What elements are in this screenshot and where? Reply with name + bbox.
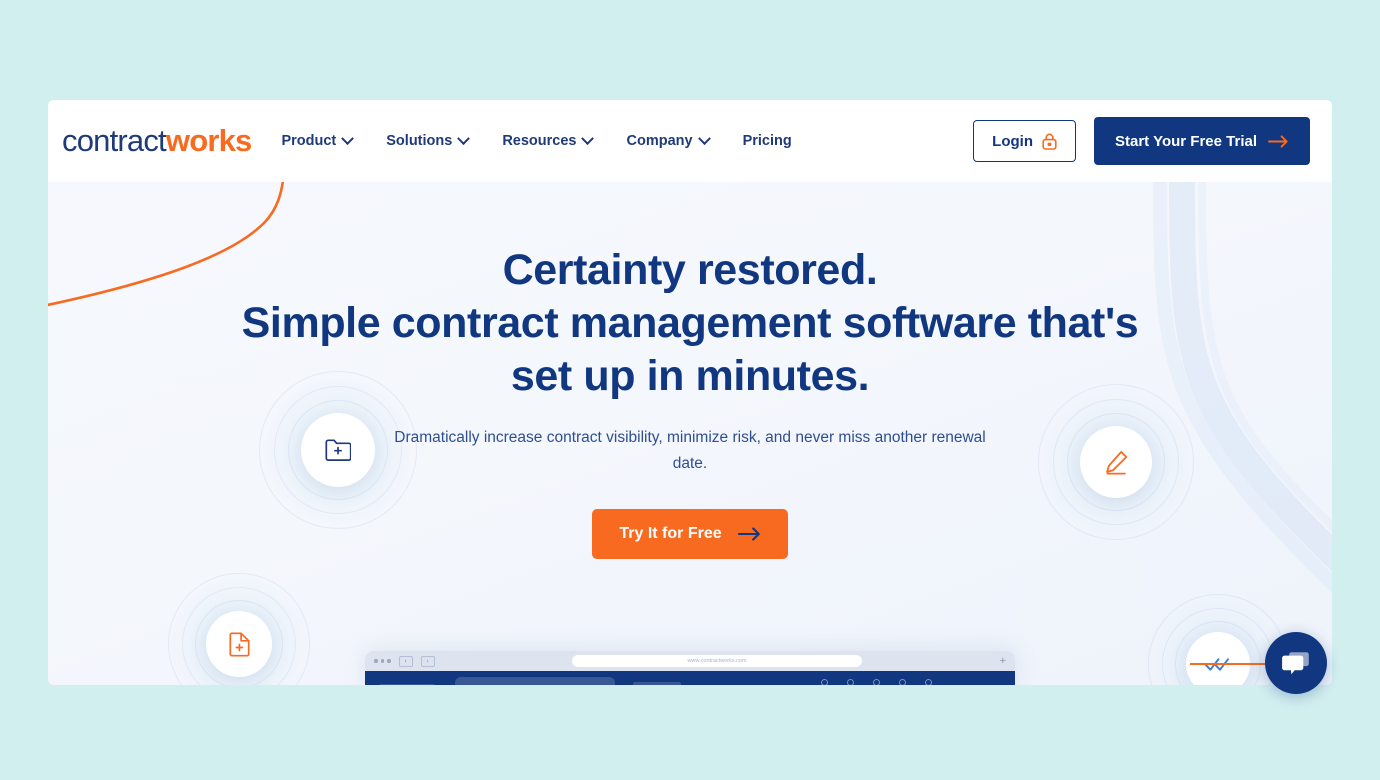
ring-mid [182, 587, 296, 685]
hero-subheadline: Dramatically increase contract visibilit… [394, 429, 986, 472]
nav-links: Product Solutions Resources Company Pric… [281, 131, 973, 149]
hero-section: Certainty restored. Simple contract mana… [48, 182, 1332, 685]
ring-outer [168, 573, 310, 685]
chevron-down-icon [697, 131, 711, 145]
chevron-down-icon [581, 131, 595, 145]
ring-inner [195, 600, 283, 685]
logo-text-primary: contract [62, 123, 167, 158]
cta-label: Try It for Free [619, 525, 722, 542]
browser-chrome-bar: ‹ › www.contractworks.com + [365, 651, 1015, 671]
app-header-bar [365, 671, 1015, 685]
nav-actions: Login Start Your Free Trial [973, 117, 1310, 165]
landing-page-card: contractworks Product Solutions Resource… [48, 100, 1332, 685]
window-controls-icon [374, 659, 391, 663]
nav-item-resources[interactable]: Resources [502, 131, 595, 149]
ring-glow [171, 576, 307, 685]
chevron-down-icon [457, 131, 471, 145]
nav-item-company-label: Company [626, 133, 693, 149]
start-free-trial-button[interactable]: Start Your Free Trial [1094, 117, 1310, 165]
site-navigation-bar: contractworks Product Solutions Resource… [48, 100, 1332, 182]
padlock-icon [1042, 133, 1057, 150]
app-icon-placeholder [925, 679, 932, 685]
document-add-icon [228, 631, 250, 657]
chat-widget-button[interactable] [1265, 632, 1327, 694]
document-add-badge[interactable] [206, 611, 272, 677]
headline-line-1: Certainty restored. [502, 246, 878, 294]
browser-url-bar[interactable]: www.contractworks.com [572, 655, 863, 667]
login-button-label: Login [992, 132, 1033, 150]
nav-item-product[interactable]: Product [281, 131, 355, 149]
login-button[interactable]: Login [973, 120, 1076, 162]
app-logo-placeholder [379, 684, 435, 685]
browser-back-icon[interactable]: ‹ [398, 655, 413, 667]
browser-mockup: ‹ › www.contractworks.com + [365, 651, 1015, 685]
nav-item-product-label: Product [281, 133, 337, 149]
nav-item-company[interactable]: Company [626, 131, 711, 149]
headline-line-3: set up in minutes. [510, 352, 870, 400]
logo-text-accent: works [165, 123, 252, 158]
contractworks-logo[interactable]: contractworks [62, 123, 252, 159]
app-icon-placeholder [847, 679, 854, 685]
nav-item-resources-label: Resources [502, 133, 577, 149]
arrow-right-icon [1268, 134, 1288, 148]
hero-content: Certainty restored. Simple contract mana… [48, 244, 1332, 559]
try-it-for-free-button[interactable]: Try It for Free [592, 509, 788, 559]
app-icon-placeholder [821, 679, 828, 685]
browser-forward-icon[interactable]: › [420, 655, 435, 667]
app-search-placeholder [455, 677, 615, 685]
app-icon-placeholder [899, 679, 906, 685]
nav-item-solutions[interactable]: Solutions [386, 131, 471, 149]
headline-line-2: Simple contract management software that… [241, 299, 1139, 347]
nav-item-solutions-label: Solutions [386, 133, 453, 149]
new-tab-icon[interactable]: + [1000, 655, 1006, 667]
page-title: Certainty restored. Simple contract mana… [48, 244, 1332, 403]
arrow-right-icon [737, 527, 760, 541]
nav-item-pricing[interactable]: Pricing [743, 133, 792, 149]
chevron-down-icon [341, 131, 355, 145]
app-icon-placeholder [873, 679, 880, 685]
app-nav-placeholder [633, 682, 681, 685]
start-free-trial-label: Start Your Free Trial [1115, 132, 1257, 150]
chat-bubble-icon [1282, 652, 1309, 675]
nav-item-pricing-label: Pricing [742, 133, 792, 149]
